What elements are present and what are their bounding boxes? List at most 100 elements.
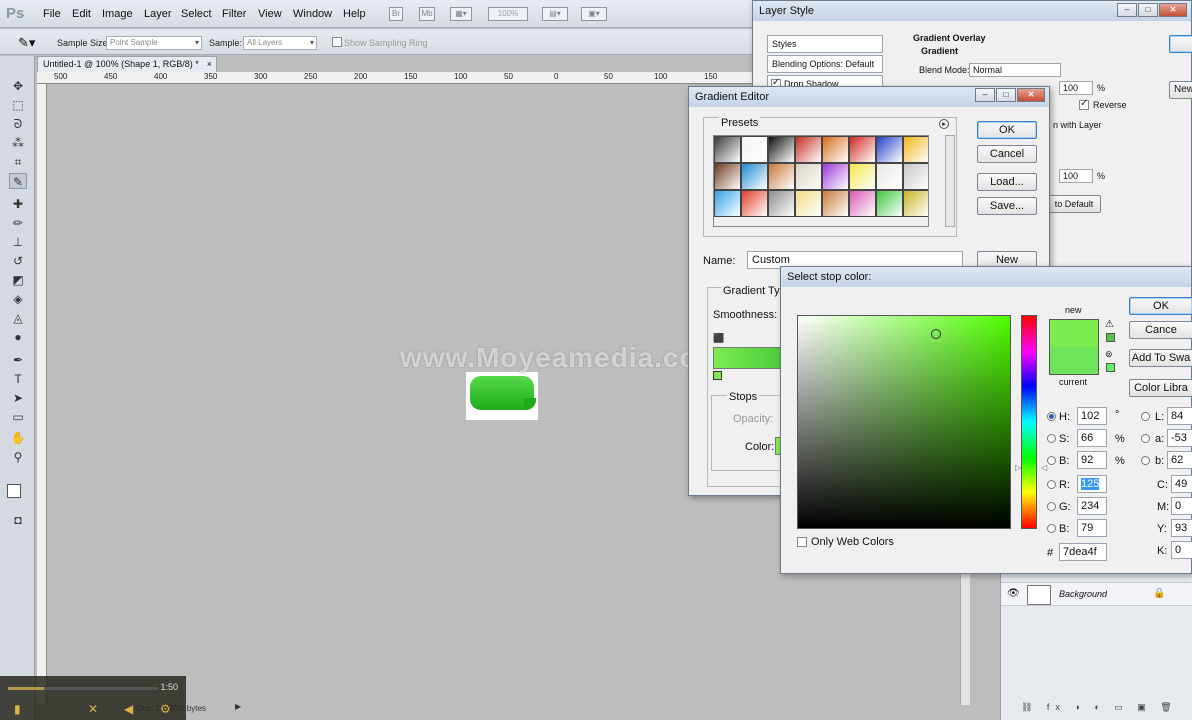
dodge-tool-icon[interactable]: ●	[9, 329, 27, 345]
minimize-icon[interactable]: –	[975, 88, 995, 102]
gradient-save-button[interactable]: Save...	[977, 197, 1037, 215]
eye-icon[interactable]: 👁	[1007, 588, 1020, 599]
history-brush-icon[interactable]: ↺	[9, 253, 27, 269]
color-ok-button[interactable]: OK	[1129, 297, 1192, 315]
web-safe-warning-icon[interactable]: ⊚	[1105, 349, 1113, 360]
quick-select-tool-icon[interactable]: ⁂	[9, 135, 27, 151]
styles-list-item[interactable]: Styles	[767, 35, 883, 53]
marquee-tool-icon[interactable]: ⬚	[9, 97, 27, 113]
path-select-icon[interactable]: ➤	[9, 390, 27, 406]
reset-to-default-button[interactable]: to Default	[1047, 195, 1101, 213]
gradient-load-button[interactable]: Load...	[977, 173, 1037, 191]
gradient-preset-swatch[interactable]	[876, 136, 903, 163]
menu-window[interactable]: Window	[293, 8, 332, 20]
scale-input[interactable]: 100	[1059, 169, 1093, 183]
gradient-preset-swatch[interactable]	[903, 136, 928, 163]
hue-slider-pointer[interactable]: ▷	[1015, 463, 1021, 472]
gradient-preset-swatch[interactable]	[795, 136, 822, 163]
b-input[interactable]: 92	[1077, 451, 1107, 469]
gradient-preset-swatch[interactable]	[822, 163, 849, 190]
k-input[interactable]: 0	[1171, 541, 1192, 559]
new-style-button[interactable]: New	[1169, 81, 1192, 99]
web-safe-color-swatch[interactable]	[1106, 363, 1115, 372]
arrange-documents-icon[interactable]: ▤▾	[542, 7, 568, 21]
close-tab-icon[interactable]: ×	[207, 59, 212, 69]
screen-mode-icon[interactable]: ▣▾	[581, 7, 607, 21]
gradient-preset-swatch[interactable]	[849, 136, 876, 163]
gradient-preset-swatch[interactable]	[795, 163, 822, 190]
gradient-preset-swatch[interactable]	[849, 190, 876, 217]
c-input[interactable]: 49	[1171, 475, 1192, 493]
presets-menu-icon[interactable]: ▸	[939, 119, 949, 129]
current-color-swatch[interactable]	[1049, 347, 1099, 375]
gradient-preset-swatch[interactable]	[741, 136, 768, 163]
eyedropper-tool-icon[interactable]: ✎	[9, 173, 27, 189]
menu-help[interactable]: Help	[343, 8, 366, 20]
show-sampling-ring-checkbox[interactable]	[332, 37, 342, 47]
color-field-marker[interactable]	[931, 329, 941, 339]
m-input[interactable]: 0	[1171, 497, 1192, 515]
saturation-radio[interactable]	[1047, 434, 1056, 443]
green-radio[interactable]	[1047, 502, 1056, 511]
paint-bucket-icon[interactable]: ◈	[9, 291, 27, 307]
settings-icon[interactable]: ⚙	[160, 702, 171, 716]
gradient-cancel-button[interactable]: Cancel	[977, 145, 1037, 163]
gradient-preset-swatch[interactable]	[903, 190, 928, 217]
mini-bridge-icon[interactable]: Mb	[419, 7, 435, 21]
blue-radio[interactable]	[1047, 524, 1056, 533]
blue-input[interactable]: 79	[1077, 519, 1107, 537]
gradient-preset-swatch[interactable]	[849, 163, 876, 190]
menu-view[interactable]: View	[258, 8, 282, 20]
gradient-preset-swatch[interactable]	[714, 163, 741, 190]
bridge-icon[interactable]: Br	[389, 7, 403, 21]
menu-filter[interactable]: Filter	[222, 8, 246, 20]
move-tool-icon[interactable]: ✥	[9, 78, 27, 94]
color-stop-marker[interactable]	[713, 371, 722, 380]
h-input[interactable]: 102	[1077, 407, 1107, 425]
play-icon[interactable]: ▮	[14, 702, 21, 716]
blending-options-item[interactable]: Blending Options: Default	[767, 55, 883, 73]
l-input[interactable]: 84	[1167, 407, 1192, 425]
layers-footer-icons[interactable]: ⛓ fx ◑ ◐ ▭ ▣ 🗑	[1021, 702, 1178, 713]
hand-tool-icon[interactable]: ✋	[9, 430, 27, 446]
close-icon[interactable]: ✕	[1017, 88, 1045, 102]
gradient-preset-swatch[interactable]	[795, 190, 822, 217]
reverse-checkbox[interactable]	[1079, 98, 1089, 110]
video-progress-bar[interactable]	[8, 687, 158, 690]
gradient-preset-swatch[interactable]	[714, 136, 741, 163]
sample-size-select[interactable]: Point Sample	[106, 36, 202, 50]
status-arrow-icon[interactable]: ▶	[235, 702, 241, 711]
gradient-ok-button[interactable]: OK	[977, 121, 1037, 139]
presets-scrollbar[interactable]	[945, 135, 955, 227]
gradient-preset-swatch[interactable]	[822, 136, 849, 163]
gradient-preset-swatch[interactable]	[768, 136, 795, 163]
lab-b-radio[interactable]	[1141, 456, 1150, 465]
add-to-swatches-button[interactable]: Add To Swa	[1129, 349, 1192, 367]
hue-slider-pointer-right[interactable]: ◁	[1041, 463, 1047, 472]
foreground-color-swatch[interactable]	[7, 484, 21, 498]
gradient-preset-swatch[interactable]	[822, 190, 849, 217]
gradient-preset-swatch[interactable]	[741, 190, 768, 217]
hex-input[interactable]: 7dea4f	[1059, 543, 1107, 561]
y-input[interactable]: 93	[1171, 519, 1192, 537]
red-radio[interactable]	[1047, 480, 1056, 489]
brightness-radio[interactable]	[1047, 456, 1056, 465]
blur-tool-icon[interactable]: ◬	[9, 310, 27, 326]
menu-layer[interactable]: Layer	[144, 8, 172, 20]
out-of-gamut-warning-icon[interactable]: ⚠	[1105, 319, 1114, 330]
opacity-stop-marker[interactable]: ⬛	[713, 333, 724, 344]
gradient-preset-swatch[interactable]	[903, 163, 928, 190]
opacity-input[interactable]: 100	[1059, 81, 1093, 95]
healing-brush-icon[interactable]: ✚	[9, 196, 27, 212]
quick-mask-icon[interactable]: ◘	[9, 512, 27, 528]
minimize-icon[interactable]: –	[1117, 3, 1137, 17]
a-input[interactable]: -53	[1167, 429, 1192, 447]
expand-icon[interactable]: ✕	[88, 702, 98, 716]
volume-icon[interactable]: ◀	[124, 702, 133, 716]
eraser-tool-icon[interactable]: ◩	[9, 272, 27, 288]
color-cancel-button[interactable]: Cance	[1129, 321, 1192, 339]
type-tool-icon[interactable]: T	[9, 371, 27, 387]
zoom-level-select[interactable]: 100%	[488, 7, 528, 21]
brush-tool-icon[interactable]: ✏	[9, 215, 27, 231]
s-input[interactable]: 66	[1077, 429, 1107, 447]
